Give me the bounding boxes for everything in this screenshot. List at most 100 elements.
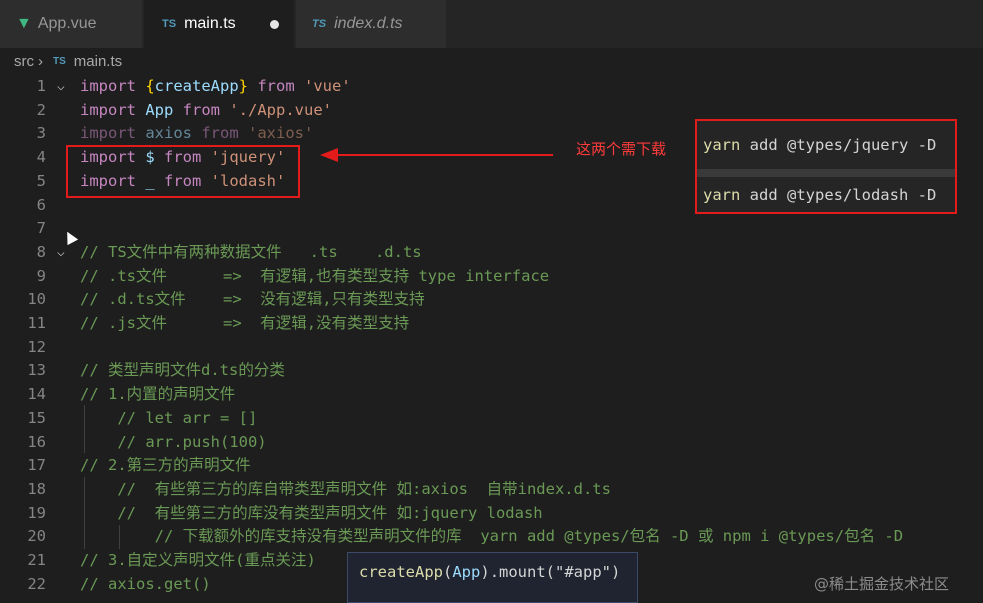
line-number: 16: [27, 432, 46, 451]
ts-icon: TS: [53, 55, 66, 67]
tab-label: main.ts: [184, 15, 236, 32]
code-token: App: [136, 100, 183, 119]
line-number: 20: [27, 527, 46, 546]
code-tooltip: createApp(App).mount("#app"): [347, 552, 638, 603]
line-number: 11: [27, 314, 46, 332]
tab-main-ts[interactable]: TS main.ts: [144, 0, 294, 48]
code-line[interactable]: 15 // let arr = []: [0, 407, 983, 431]
code-line[interactable]: 7: [0, 217, 983, 241]
line-code: // .js文件 => 有逻辑,没有类型支持: [80, 314, 410, 332]
line-number: 22: [27, 574, 46, 593]
line-code: // 有些第三方的库没有类型声明文件 如:jquery lodash: [80, 503, 543, 522]
tab-label: index.d.ts: [334, 15, 403, 32]
tab-app-vue[interactable]: ▼ App.vue: [0, 0, 142, 48]
line-code: // 2.第三方的声明文件: [80, 456, 251, 475]
tooltip-function: createApp: [359, 563, 443, 581]
line-code: // 下载额外的库支持没有类型声明文件的库 yarn add @types/包名…: [80, 527, 904, 546]
arrow-icon: [320, 148, 553, 162]
tab-index-d-ts[interactable]: TS index.d.ts: [296, 0, 446, 48]
code-token: import: [80, 100, 136, 119]
code-line[interactable]: 16 // arr.push(100): [0, 431, 983, 455]
ts-icon: TS: [312, 18, 327, 30]
line-code: import App from './App.vue': [80, 99, 332, 123]
code-line[interactable]: 8 ⌵ // TS文件中有两种数据文件 .ts .d.ts: [0, 241, 983, 265]
code-token: axios: [136, 124, 202, 143]
line-code: // 类型声明文件d.ts的分类: [80, 361, 285, 380]
breadcrumb: src › TS main.ts: [0, 48, 983, 74]
code-token: from: [182, 100, 220, 119]
tooltip-rest: .mount("#app"): [489, 563, 621, 581]
line-number: 13: [27, 361, 46, 380]
fold-chevron-icon[interactable]: ⌵: [57, 75, 65, 99]
line-code: // .d.ts文件 => 没有逻辑,只有类型支持: [80, 290, 425, 309]
tooltip-arg: App: [452, 563, 481, 581]
line-code: // 3.自定义声明文件(重点关注): [80, 551, 316, 569]
command-keyword: yarn: [703, 136, 741, 154]
code-token: 'axios': [238, 124, 314, 143]
line-number: 14: [27, 385, 46, 404]
code-line[interactable]: 12: [0, 336, 983, 360]
breadcrumb-folder[interactable]: src: [14, 53, 34, 70]
import-highlight-box: [66, 145, 300, 198]
code-line[interactable]: 10 // .d.ts文件 => 没有逻辑,只有类型支持: [0, 288, 983, 312]
code-line[interactable]: 11 // .js文件 => 有逻辑,没有类型支持: [0, 312, 983, 336]
unsaved-dot-icon[interactable]: [269, 19, 279, 29]
line-number: 10: [27, 290, 46, 309]
code-token: {: [136, 77, 155, 95]
ts-icon: TS: [162, 18, 177, 30]
code-token: from: [257, 77, 295, 95]
line-number: 12: [27, 337, 46, 356]
fold-chevron-icon[interactable]: ⌵: [57, 241, 65, 265]
code-token: from: [201, 124, 239, 143]
line-code: import axios from 'axios': [80, 122, 313, 146]
code-token: }: [238, 77, 258, 95]
line-code: // arr.push(100): [80, 432, 267, 451]
line-code: // 1.内置的声明文件: [80, 385, 236, 404]
line-number: 15: [27, 408, 46, 427]
command-keyword: yarn: [703, 185, 741, 204]
line-number: 4: [36, 148, 46, 167]
code-line[interactable]: 18 // 有些第三方的库自带类型声明文件 如:axios 自带index.d.…: [0, 478, 983, 502]
line-number: 6: [36, 195, 46, 214]
line-number: 5: [36, 171, 46, 190]
line-number: 19: [27, 503, 46, 522]
popup-divider: [695, 169, 957, 177]
command-args: add @types/lodash -D: [740, 185, 937, 204]
line-code: // TS文件中有两种数据文件 .ts .d.ts: [80, 242, 422, 261]
line-code: // let arr = []: [80, 408, 258, 427]
line-number: 3: [36, 124, 46, 143]
breadcrumb-file[interactable]: main.ts: [74, 53, 122, 70]
line-number: 9: [36, 266, 46, 285]
line-number: 2: [36, 100, 46, 119]
line-code: // axios.get(): [80, 574, 211, 593]
code-line[interactable]: 14 // 1.内置的声明文件: [0, 383, 983, 407]
line-number: 21: [27, 551, 46, 569]
line-code: // .ts文件 => 有逻辑,也有类型支持 type interface: [80, 266, 550, 285]
chevron-right-icon: ›: [38, 52, 43, 70]
code-line[interactable]: 1 ⌵ import {createApp} from 'vue': [0, 75, 983, 99]
command-lodash: yarn add @types/lodash -D: [695, 177, 957, 214]
code-token: import: [80, 77, 136, 95]
line-number: 1: [36, 77, 46, 95]
line-number: 18: [27, 479, 46, 498]
code-line[interactable]: 20 // 下载额外的库支持没有类型声明文件的库 yarn add @types…: [0, 525, 983, 549]
code-line[interactable]: 9 // .ts文件 => 有逻辑,也有类型支持 type interface: [0, 265, 983, 289]
line-number: 17: [27, 456, 46, 475]
vue-icon: ▼: [16, 15, 32, 32]
code-token: 'vue': [294, 77, 351, 95]
line-code: // 有些第三方的库自带类型声明文件 如:axios 自带index.d.ts: [80, 479, 611, 498]
download-note: 这两个需下载: [576, 140, 667, 158]
code-token: createApp: [154, 77, 239, 95]
command-args: add @types/jquery -D: [740, 136, 937, 154]
code-line[interactable]: 19 // 有些第三方的库没有类型声明文件 如:jquery lodash: [0, 502, 983, 526]
tab-bar: ▼ App.vue TS main.ts TS index.d.ts: [0, 0, 983, 48]
line-number: 7: [36, 219, 46, 238]
command-jquery: yarn add @types/jquery -D: [695, 119, 957, 169]
code-line[interactable]: 13 // 类型声明文件d.ts的分类: [0, 359, 983, 383]
code-token: import: [80, 124, 136, 143]
watermark: @稀土掘金技术社区: [814, 575, 950, 593]
code-line[interactable]: 17 // 2.第三方的声明文件: [0, 454, 983, 478]
line-code: import {createApp} from 'vue': [80, 75, 351, 99]
tab-label: App.vue: [37, 15, 97, 32]
code-token: './App.vue': [220, 100, 332, 119]
